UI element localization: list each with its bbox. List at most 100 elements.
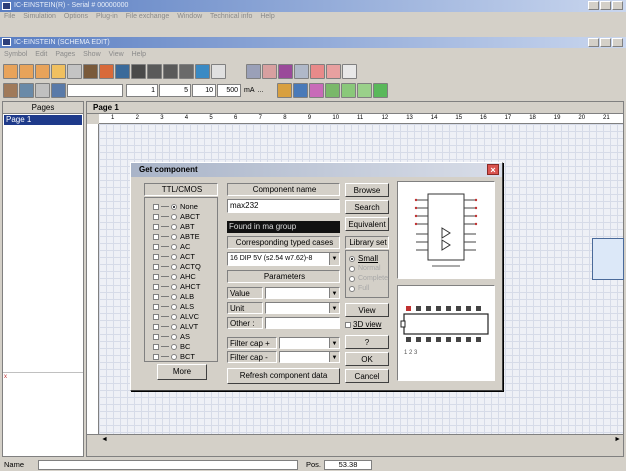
- grid-icon[interactable]: [211, 63, 226, 79]
- family-option[interactable]: AHCT: [153, 282, 200, 291]
- scroll-right-icon[interactable]: ►: [614, 435, 621, 445]
- family-option[interactable]: BCT: [153, 352, 195, 361]
- scope-icon[interactable]: [309, 82, 325, 98]
- view-3d-checkbox[interactable]: [345, 321, 351, 328]
- family-option[interactable]: ALVC: [153, 312, 199, 321]
- family-radio[interactable]: [171, 243, 177, 250]
- filter-cap-minus-select[interactable]: ▼: [279, 351, 340, 363]
- family-option[interactable]: AC: [153, 242, 190, 251]
- family-radio[interactable]: [171, 253, 177, 260]
- family-checkbox[interactable]: [153, 313, 159, 320]
- ic-icon[interactable]: [131, 63, 146, 79]
- family-checkbox[interactable]: [153, 223, 159, 230]
- library-complete-option[interactable]: Complete: [349, 275, 388, 282]
- grid-toggle-icon[interactable]: [19, 82, 34, 98]
- library-full-option[interactable]: Full: [349, 285, 369, 292]
- menu-file-exchange[interactable]: File exchange: [126, 13, 170, 20]
- library-normal-radio[interactable]: [349, 265, 355, 272]
- package-icon[interactable]: [179, 63, 194, 79]
- param-value-select[interactable]: ▼: [265, 287, 340, 299]
- refresh-component-button[interactable]: Refresh component data: [227, 368, 340, 384]
- family-radio[interactable]: [171, 333, 177, 340]
- equivalent-button[interactable]: Equivalent: [345, 217, 389, 231]
- cancel-button[interactable]: Cancel: [345, 369, 389, 383]
- family-checkbox[interactable]: [153, 213, 159, 220]
- menu-file[interactable]: File: [4, 13, 15, 20]
- toolbar-name-field[interactable]: [67, 83, 123, 97]
- doc-minimize-button[interactable]: [588, 38, 599, 47]
- family-option[interactable]: None: [153, 202, 198, 211]
- wire-icon[interactable]: [99, 63, 114, 79]
- family-checkbox[interactable]: [153, 293, 159, 300]
- param-unit-arrow-icon[interactable]: ▼: [329, 303, 339, 313]
- menu-technical-info[interactable]: Technical info: [210, 13, 252, 20]
- print-icon[interactable]: [35, 63, 50, 79]
- family-checkbox[interactable]: [153, 203, 159, 210]
- family-option[interactable]: ACTQ: [153, 262, 201, 271]
- toolbar-field-2[interactable]: 5: [159, 83, 191, 97]
- family-option[interactable]: ALVT: [153, 322, 198, 331]
- table-icon[interactable]: [342, 63, 357, 79]
- arc-icon[interactable]: [262, 63, 277, 79]
- family-radio[interactable]: [171, 233, 177, 240]
- family-checkbox[interactable]: [153, 343, 159, 350]
- help-button[interactable]: ?: [345, 335, 389, 349]
- family-checkbox[interactable]: [153, 273, 159, 280]
- scroll-left-icon[interactable]: ◄: [101, 435, 108, 445]
- menu-show[interactable]: Show: [83, 51, 101, 58]
- family-radio[interactable]: [171, 353, 177, 360]
- dialog-close-icon[interactable]: ×: [487, 164, 499, 175]
- gate-icon[interactable]: [163, 63, 178, 79]
- family-option[interactable]: ALB: [153, 292, 194, 301]
- analyzer-icon[interactable]: [325, 82, 341, 98]
- family-radio[interactable]: [171, 213, 177, 220]
- open-icon[interactable]: [3, 63, 18, 79]
- family-radio[interactable]: [171, 273, 177, 280]
- library-normal-option[interactable]: Normal: [349, 265, 381, 272]
- run-icon[interactable]: [373, 82, 389, 98]
- chip-icon[interactable]: [147, 63, 162, 79]
- doc-maximize-button[interactable]: [600, 38, 611, 47]
- menu-symbol[interactable]: Symbol: [4, 51, 27, 58]
- filter-plus-arrow-icon[interactable]: ▼: [329, 338, 339, 348]
- family-radio[interactable]: [171, 283, 177, 290]
- toolbar-field-1[interactable]: 1: [126, 83, 158, 97]
- menu-edit[interactable]: Edit: [35, 51, 47, 58]
- close-button[interactable]: [612, 1, 623, 10]
- family-checkbox[interactable]: [153, 233, 159, 240]
- source-icon[interactable]: [277, 82, 293, 98]
- library-complete-radio[interactable]: [349, 275, 355, 282]
- family-radio[interactable]: [171, 323, 177, 330]
- view-3d-option[interactable]: 3D view: [345, 320, 381, 329]
- library-full-radio[interactable]: [349, 285, 355, 292]
- ellipse-icon[interactable]: [326, 63, 341, 79]
- library-small-option[interactable]: Small: [349, 254, 378, 263]
- family-checkbox[interactable]: [153, 353, 159, 360]
- filter-cap-plus-select[interactable]: ▼: [279, 337, 340, 349]
- case-select-arrow-icon[interactable]: ▼: [329, 253, 339, 265]
- text-icon[interactable]: [67, 63, 82, 79]
- param-other-input[interactable]: [265, 317, 340, 329]
- doc-close-button[interactable]: [612, 38, 623, 47]
- toolbar-field-4[interactable]: 500: [217, 83, 241, 97]
- horizontal-scrollbar[interactable]: ◄ ►: [87, 434, 623, 444]
- family-option[interactable]: ALS: [153, 302, 194, 311]
- family-checkbox[interactable]: [153, 333, 159, 340]
- probe-icon[interactable]: [51, 63, 66, 79]
- family-option[interactable]: ABT: [153, 222, 195, 231]
- filter-minus-arrow-icon[interactable]: ▼: [329, 352, 339, 362]
- param-unit-select[interactable]: ▼: [265, 302, 340, 314]
- menu-window[interactable]: Window: [177, 13, 202, 20]
- family-radio[interactable]: [171, 343, 177, 350]
- save-icon[interactable]: [19, 63, 34, 79]
- line-icon[interactable]: [246, 63, 261, 79]
- page-icon[interactable]: [35, 82, 50, 98]
- family-radio[interactable]: [171, 203, 177, 210]
- bus-icon[interactable]: [115, 63, 130, 79]
- component-icon[interactable]: [83, 63, 98, 79]
- family-checkbox[interactable]: [153, 303, 159, 310]
- generator-icon[interactable]: [341, 82, 357, 98]
- pad-icon[interactable]: [51, 82, 66, 98]
- more-button[interactable]: More: [157, 364, 207, 380]
- family-radio[interactable]: [171, 223, 177, 230]
